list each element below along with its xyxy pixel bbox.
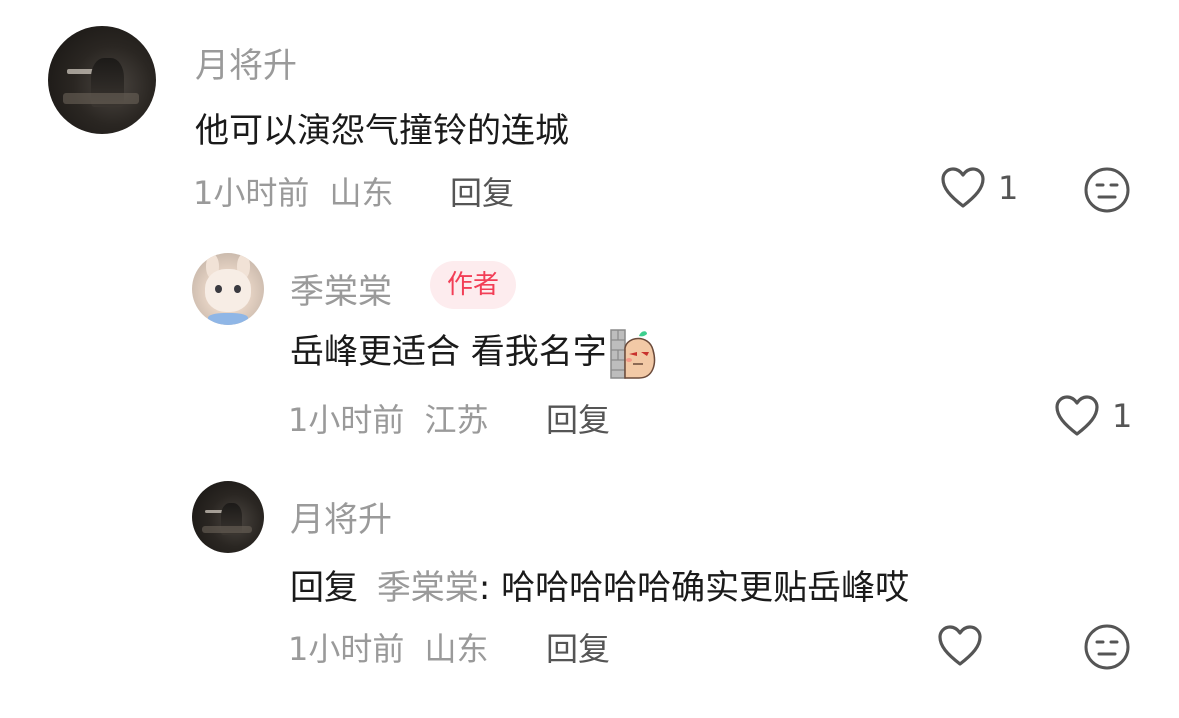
like-button[interactable]: 1: [1054, 394, 1132, 438]
comment-time: 1小时前: [288, 401, 405, 439]
comment-time: 1小时前: [288, 630, 405, 668]
meh-face-icon: [1084, 167, 1130, 213]
user-avatar[interactable]: [192, 253, 264, 325]
comment-text: 岳峰更适合 看我名字: [290, 324, 661, 380]
comment-text: 他可以演怨气撞铃的连城: [195, 111, 569, 151]
comment-text: 回复 季棠棠: 哈哈哈哈哈确实更贴岳峰哎: [290, 560, 909, 609]
comment-location: 山东: [329, 174, 394, 212]
comment-meta: 1小时前 江苏: [288, 395, 489, 441]
meh-face-icon: [1084, 624, 1130, 670]
like-button[interactable]: [937, 624, 995, 668]
dislike-button[interactable]: [1083, 166, 1131, 218]
comment-meta: 1小时前 山东: [193, 168, 394, 214]
comment-location: 江苏: [424, 401, 489, 439]
heart-icon: [938, 625, 982, 666]
comment-text-body: 岳峰更适合 看我名字: [290, 332, 607, 372]
comment-meta: 1小时前 山东: [288, 624, 489, 670]
dislike-button[interactable]: [1083, 623, 1131, 675]
reply-button[interactable]: 回复: [546, 395, 610, 441]
comment-author[interactable]: 月将升: [195, 38, 297, 87]
reply-prefix: 回复: [290, 568, 358, 608]
like-button[interactable]: 1: [940, 166, 1018, 210]
user-avatar[interactable]: [48, 26, 156, 134]
comment-author[interactable]: 月将升: [290, 492, 392, 541]
heart-icon: [1055, 395, 1099, 436]
heart-icon: [941, 167, 985, 208]
comment-author[interactable]: 季棠棠: [290, 264, 392, 313]
comment-text-body: : 哈哈哈哈哈确实更贴岳峰哎: [478, 568, 910, 608]
comment-location: 山东: [424, 630, 489, 668]
author-badge: 作者: [430, 261, 517, 309]
comment-time: 1小时前: [193, 174, 310, 212]
reply-button[interactable]: 回复: [450, 168, 514, 214]
reply-to-user[interactable]: 季棠棠: [377, 568, 479, 608]
peeking-peanut-sticker: [610, 328, 656, 379]
user-avatar[interactable]: [192, 481, 264, 553]
like-count: 1: [998, 169, 1019, 207]
reply-button[interactable]: 回复: [546, 624, 610, 670]
like-count: 1: [1112, 397, 1133, 435]
